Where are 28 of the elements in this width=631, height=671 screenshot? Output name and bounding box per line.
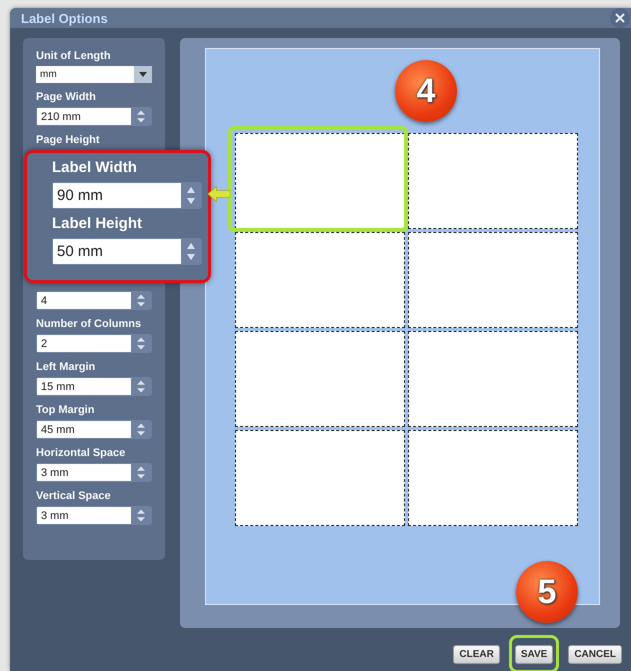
field-label: Left Margin (36, 361, 96, 373)
field-label: Page Height (36, 134, 101, 146)
close-button[interactable] (610, 8, 630, 28)
field-label: Unit of Length (36, 50, 112, 62)
close-icon (615, 13, 625, 23)
number-field[interactable]: 2 (36, 334, 152, 353)
arrow-icon (208, 185, 230, 203)
field-label: Label Height (52, 215, 144, 232)
number-field[interactable]: 3 mm (36, 463, 152, 482)
window-title: Label Options (21, 10, 108, 26)
number-field[interactable]: 50 mm (52, 238, 202, 265)
field-label: Top Margin (36, 404, 96, 416)
field-label: Vertical Space (36, 490, 112, 502)
step-badge: 4 (395, 60, 457, 122)
caret-icon (139, 72, 147, 77)
dialog-button[interactable]: CANCEL (568, 645, 622, 664)
field-label: Number of Columns (36, 318, 142, 330)
dialog-button[interactable]: SAVE (514, 645, 554, 664)
number-field[interactable]: 15 mm (36, 377, 152, 396)
number-field[interactable]: 45 mm (36, 420, 152, 439)
field-label: Horizontal Space (36, 447, 126, 459)
field-label: Label Width (52, 159, 138, 176)
number-field[interactable]: 210 mm (36, 107, 152, 126)
number-field[interactable]: 4 (36, 291, 152, 310)
number-field[interactable]: 90 mm (52, 182, 202, 209)
number-field[interactable]: 3 mm (36, 506, 152, 525)
dialog-button[interactable]: CLEAR (453, 645, 500, 664)
field-label: Page Width (36, 91, 97, 103)
